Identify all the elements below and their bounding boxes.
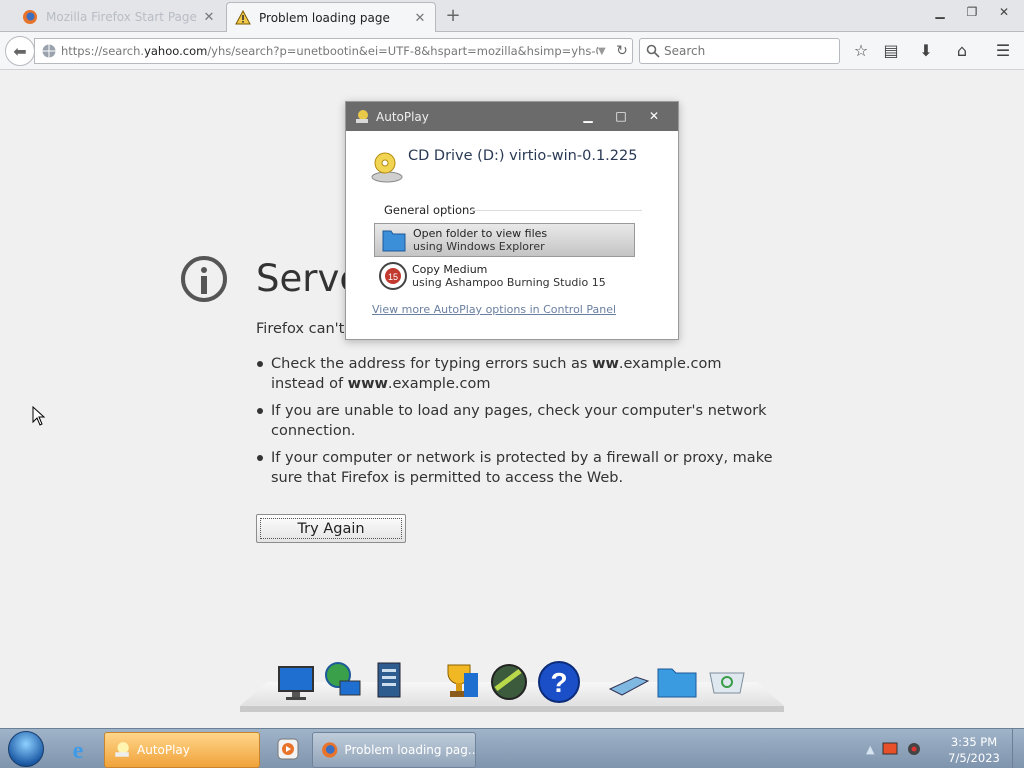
close-window-button[interactable]: ✕ <box>991 4 1017 20</box>
monitor-icon[interactable] <box>274 659 320 705</box>
autoplay-icon <box>115 742 129 757</box>
folder-icon <box>382 230 406 252</box>
start-button[interactable] <box>8 731 44 767</box>
svg-text:e: e <box>73 738 84 764</box>
media-center-icon[interactable] <box>486 659 532 705</box>
url-bar[interactable]: https://search.yahoo.com/yhs/search?p=un… <box>34 38 633 64</box>
chevron-down-icon[interactable]: ▼ <box>598 46 612 57</box>
list-item: If your computer or network is protected… <box>256 448 776 488</box>
error-suggestions: Check the address for typing errors such… <box>256 354 776 495</box>
mouse-pointer-icon <box>32 406 46 426</box>
list-item: If you are unable to load any pages, che… <box>256 401 776 441</box>
taskbar-button-autoplay[interactable]: AutoPlay <box>104 732 260 768</box>
close-dialog-button[interactable]: ✕ <box>644 108 664 124</box>
clock-date: 7/5/2023 <box>948 751 1000 765</box>
system-tray: ▲ <box>866 737 922 761</box>
error-description: Firefox can't f <box>256 321 355 337</box>
tab-strip: Mozilla Firefox Start Page ✕ Problem loa… <box>0 0 1024 33</box>
folder-icon[interactable] <box>654 659 700 705</box>
taskbar-button-label: Problem loading pag... <box>344 743 475 757</box>
internet-explorer-icon[interactable]: e <box>62 733 94 765</box>
trophy-icon[interactable] <box>436 659 482 705</box>
maximize-dialog-button[interactable]: □ <box>611 108 631 124</box>
drive-icon[interactable] <box>606 659 652 705</box>
search-icon <box>646 44 660 58</box>
taskbar: e AutoPlay Problem loading pag... ▲ 3:35… <box>0 728 1024 768</box>
tab-title: Mozilla Firefox Start Page <box>46 10 197 24</box>
search-input[interactable] <box>664 44 834 58</box>
media-player-icon[interactable] <box>272 733 304 765</box>
menu-icon[interactable]: ☰ <box>993 41 1013 61</box>
action-center-flag-icon[interactable] <box>882 742 898 756</box>
firefox-icon <box>322 742 338 758</box>
open-folder-option[interactable]: Open folder to view files using Windows … <box>374 223 635 257</box>
list-item: Check the address for typing errors such… <box>256 354 776 394</box>
arrow-left-icon: ⬅ <box>13 41 27 61</box>
option-sub: using Windows Explorer <box>413 240 545 253</box>
autoplay-dialog: AutoPlay ▁ □ ✕ CD Drive (D:) virtio-win-… <box>345 101 679 340</box>
minimize-window-button[interactable]: ▁ <box>927 4 953 20</box>
help-icon[interactable]: ? <box>536 659 582 705</box>
cd-drive-icon <box>371 152 403 183</box>
dock-shadow <box>240 706 784 712</box>
more-autoplay-options-link[interactable]: View more AutoPlay options in Control Pa… <box>372 303 616 316</box>
back-button[interactable]: ⬅ <box>5 36 35 66</box>
reload-icon[interactable]: ↻ <box>612 43 632 59</box>
bookmark-star-icon[interactable]: ☆ <box>851 41 871 61</box>
minimize-dialog-button[interactable]: ▁ <box>578 108 598 124</box>
dock: ? <box>240 657 784 717</box>
drive-title: CD Drive (D:) virtio-win-0.1.225 <box>408 148 638 164</box>
option-sub: using Ashampoo Burning Studio 15 <box>412 276 606 289</box>
svg-text:?: ? <box>550 667 567 698</box>
try-again-label: Try Again <box>260 518 402 539</box>
reading-list-icon[interactable]: ▤ <box>881 41 901 61</box>
control-panel-icon[interactable] <box>368 659 414 705</box>
download-icon[interactable]: ⬇ <box>916 41 936 61</box>
chevron-up-icon[interactable]: ▲ <box>866 743 874 756</box>
info-icon <box>181 256 227 302</box>
dialog-title: AutoPlay <box>376 109 429 124</box>
globe-icon <box>42 44 56 58</box>
copy-medium-option[interactable]: 15 Copy Medium using Ashampoo Burning St… <box>374 259 635 293</box>
clock[interactable]: 3:35 PM 7/5/2023 <box>946 734 1002 766</box>
autoplay-icon <box>356 109 368 123</box>
network-globe-icon[interactable] <box>320 659 366 705</box>
search-bar[interactable] <box>639 38 840 64</box>
new-tab-button[interactable]: + <box>444 7 462 25</box>
option-label: Copy Medium <box>412 263 488 276</box>
firefox-icon <box>23 10 37 24</box>
tab-problem-loading-page[interactable]: Problem loading page ✕ <box>226 2 436 33</box>
ashampoo-icon: 15 <box>379 262 407 290</box>
option-label: Open folder to view files <box>413 227 548 240</box>
group-label: General options <box>384 203 476 217</box>
try-again-button[interactable]: Try Again <box>256 514 406 543</box>
show-desktop-button[interactable] <box>1012 729 1024 768</box>
tab-title: Problem loading page <box>259 11 390 25</box>
url-text[interactable]: https://search.yahoo.com/yhs/search?p=un… <box>61 44 598 58</box>
restore-window-button[interactable]: ❐ <box>959 4 985 20</box>
taskbar-button-label: AutoPlay <box>137 743 190 757</box>
close-tab-icon[interactable]: ✕ <box>202 10 216 25</box>
home-icon[interactable]: ⌂ <box>952 41 972 61</box>
warning-icon <box>235 10 251 25</box>
svg-text:15: 15 <box>388 272 398 282</box>
navigation-toolbar: https://search.yahoo.com/yhs/search?p=un… <box>0 32 1024 70</box>
clock-time: 3:35 PM <box>950 735 998 749</box>
separator <box>470 210 642 211</box>
network-icon[interactable] <box>906 741 922 757</box>
taskbar-button-firefox[interactable]: Problem loading pag... <box>312 732 476 768</box>
recycle-bin-icon[interactable] <box>704 659 750 705</box>
close-tab-icon[interactable]: ✕ <box>413 11 427 26</box>
tab-firefox-start-page[interactable]: Mozilla Firefox Start Page ✕ <box>0 2 224 32</box>
